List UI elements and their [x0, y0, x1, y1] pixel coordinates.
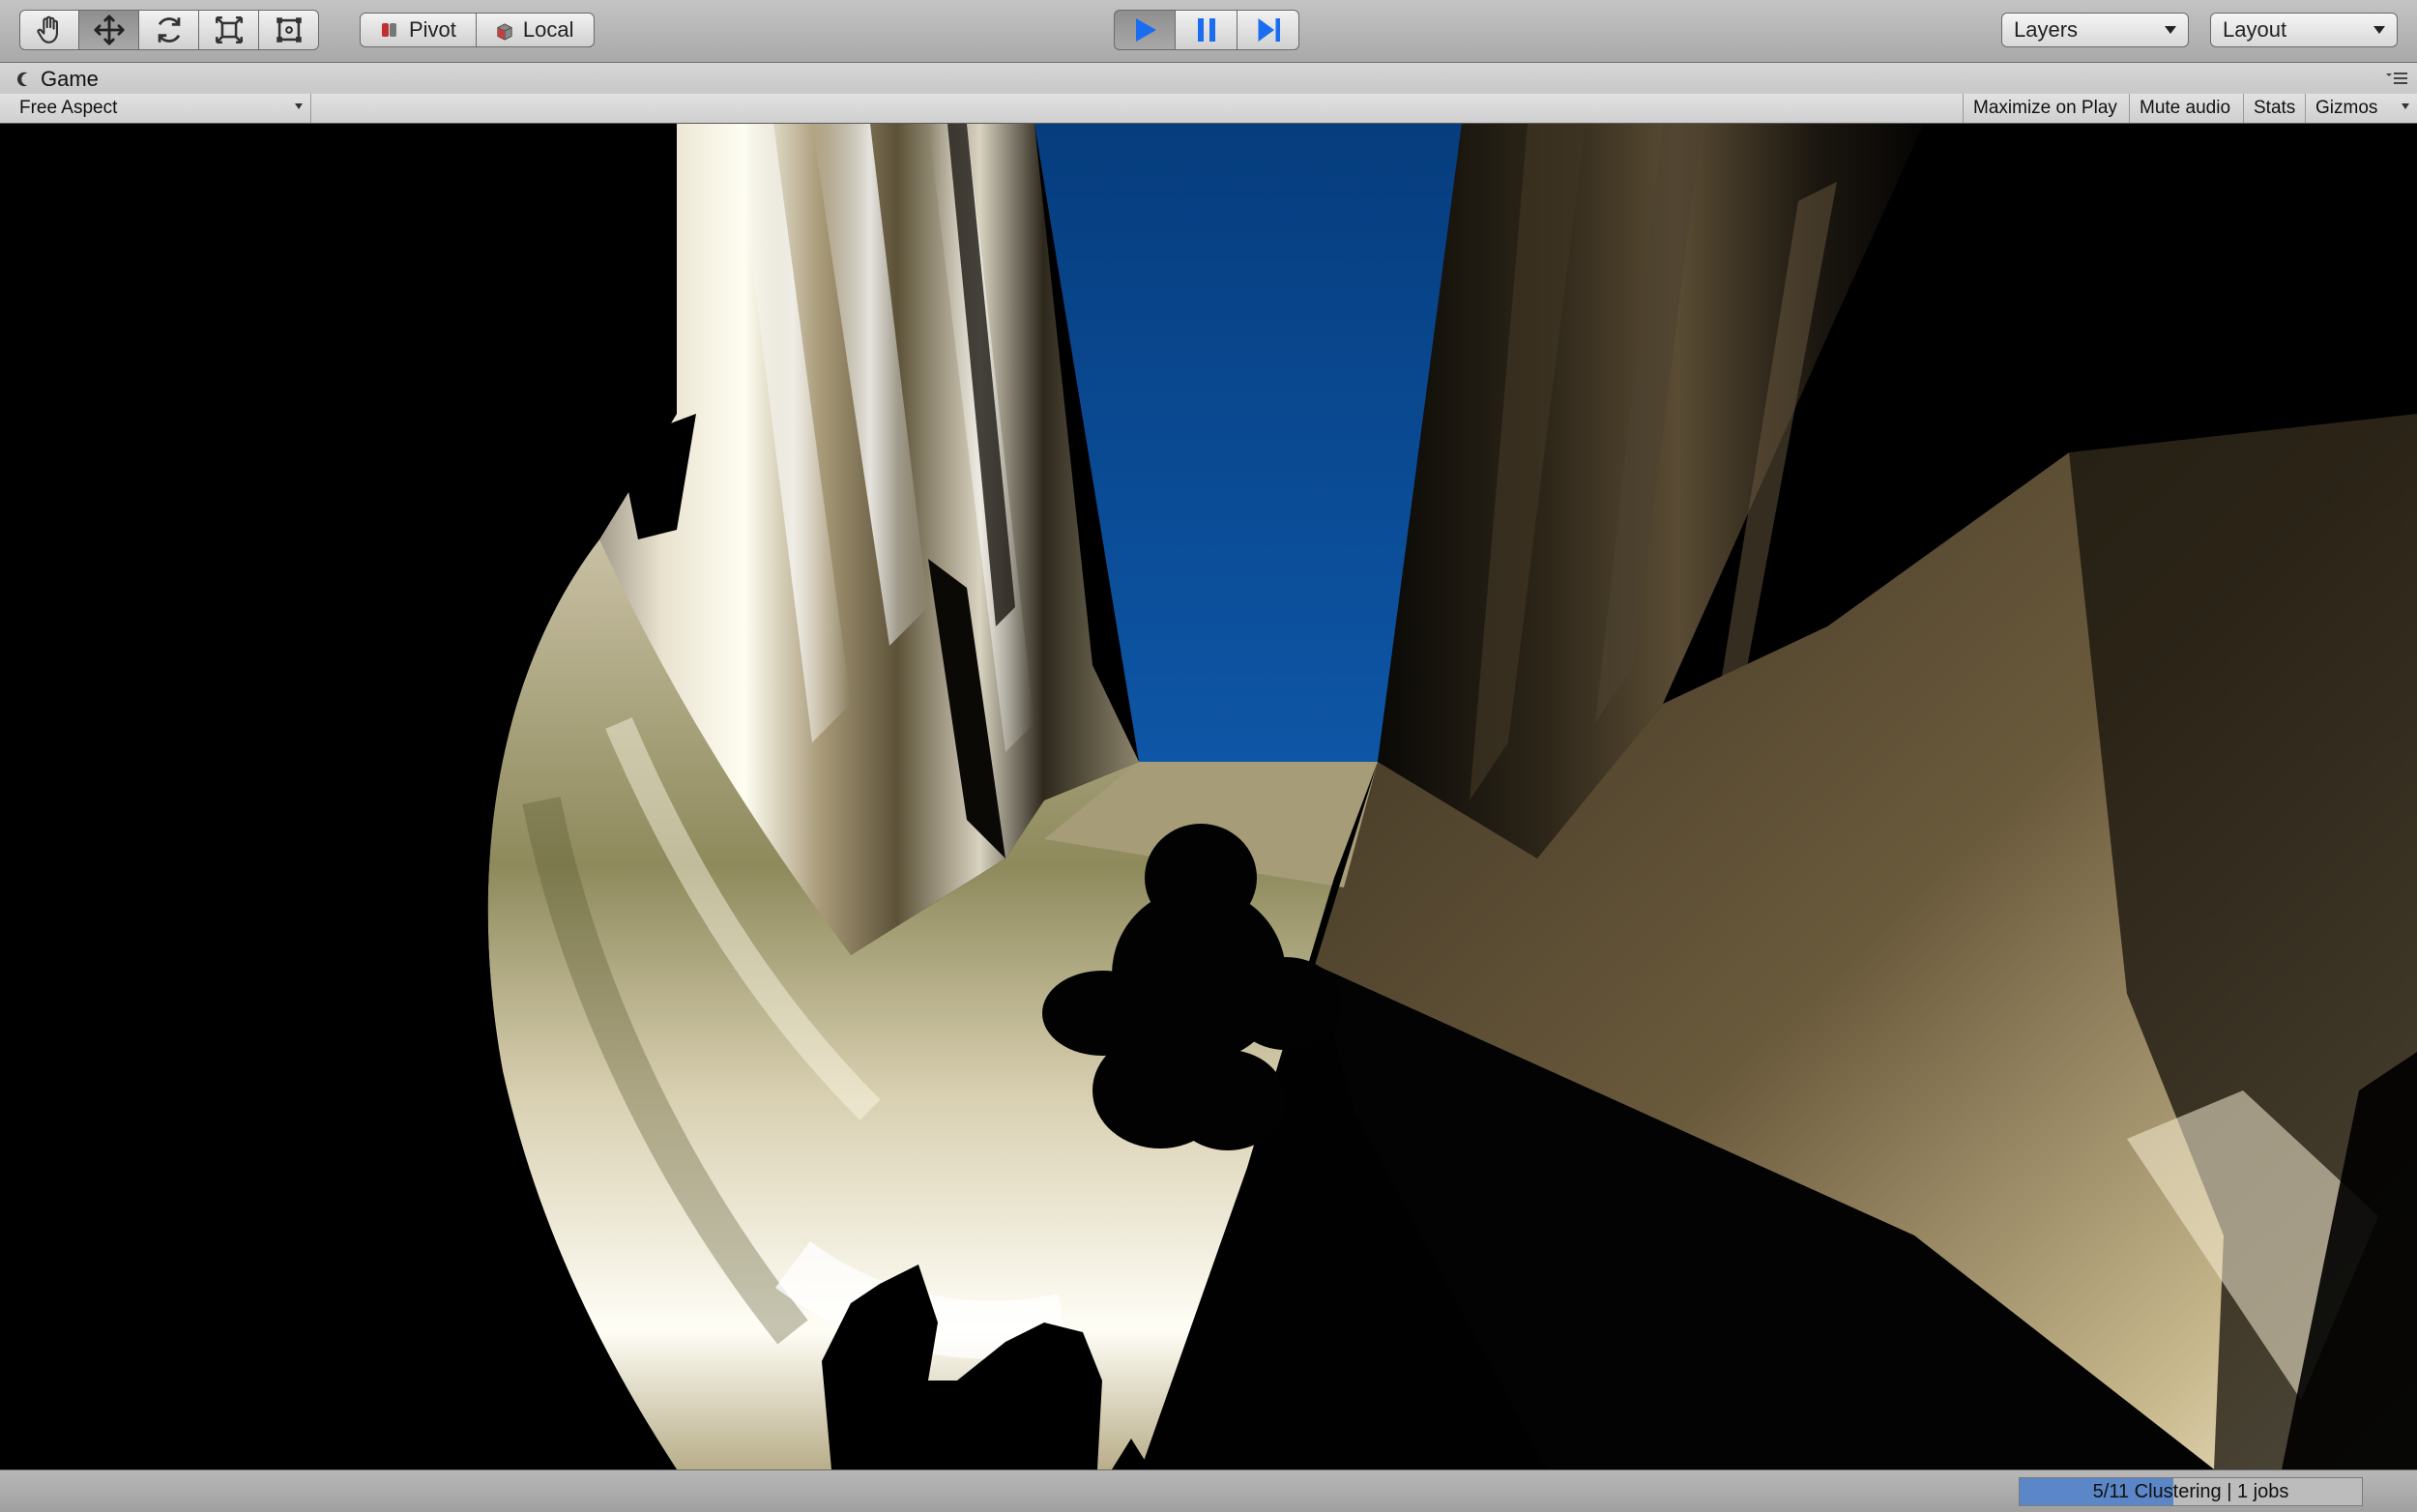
- tab-game[interactable]: Game: [15, 66, 99, 93]
- hand-tool-button[interactable]: [19, 10, 79, 50]
- move-tool-button[interactable]: [79, 10, 139, 50]
- rotate-icon: [158, 17, 180, 43]
- step-button[interactable]: [1238, 10, 1299, 50]
- game-viewport[interactable]: [0, 124, 2417, 1469]
- step-icon: [1258, 18, 1280, 42]
- panel-tab-bar: Game: [0, 63, 2417, 95]
- game-scene: [0, 124, 2417, 1469]
- play-button[interactable]: [1114, 10, 1176, 50]
- local-label: Local: [522, 17, 574, 42]
- layout-dropdown[interactable]: Layout: [2210, 13, 2398, 47]
- play-controls: [1114, 10, 1299, 50]
- local-button[interactable]: Local: [476, 13, 595, 47]
- stats-button[interactable]: Stats: [2243, 94, 2305, 123]
- chevron-down-icon: [2165, 26, 2176, 34]
- hand-icon: [37, 15, 58, 44]
- move-arrows-icon: [93, 15, 125, 45]
- pause-icon: [1197, 18, 1215, 42]
- stats-label: Stats: [2254, 98, 2296, 118]
- layers-dropdown[interactable]: Layers: [2001, 13, 2189, 47]
- rect-icon: [276, 17, 302, 43]
- game-view-controls: Free Aspect Maximize on Play Mute audio …: [0, 94, 2417, 124]
- rect-tool-button[interactable]: [259, 10, 319, 50]
- mute-audio-label: Mute audio: [2140, 98, 2231, 118]
- mute-audio-button[interactable]: Mute audio: [2129, 94, 2240, 123]
- layers-label: Layers: [2014, 17, 2079, 42]
- chevron-down-icon: [2373, 26, 2385, 34]
- progress-text: 5/11 Clustering | 1 jobs: [2092, 1480, 2289, 1502]
- rotate-tool-button[interactable]: [139, 10, 199, 50]
- scale-icon: [215, 15, 243, 44]
- lightmap-progress-bar: 5/11 Clustering | 1 jobs: [2019, 1477, 2363, 1506]
- transform-tools: [19, 10, 319, 50]
- cube-icon: [496, 21, 513, 41]
- play-icon: [1136, 18, 1156, 42]
- tab-game-label: Game: [41, 67, 99, 91]
- pivot-button[interactable]: Pivot: [360, 13, 477, 47]
- layout-label: Layout: [2223, 17, 2287, 42]
- aspect-dropdown[interactable]: Free Aspect: [10, 94, 311, 123]
- main-toolbar: Pivot Local Layers Layout: [0, 0, 2417, 63]
- scale-tool-button[interactable]: [199, 10, 259, 50]
- gizmos-button[interactable]: Gizmos: [2305, 94, 2417, 123]
- game-controller-icon: [16, 72, 28, 87]
- maximize-on-play-label: Maximize on Play: [1973, 98, 2117, 118]
- pivot-toggles: Pivot Local: [360, 13, 595, 47]
- panel-menu-icon[interactable]: [2386, 71, 2407, 86]
- pivot-label: Pivot: [409, 17, 456, 42]
- aspect-label: Free Aspect: [19, 98, 118, 118]
- chevron-down-icon: [295, 103, 303, 109]
- pivot-icon: [380, 21, 399, 39]
- status-bar: 5/11 Clustering | 1 jobs: [0, 1469, 2417, 1512]
- gizmos-label: Gizmos: [2315, 98, 2378, 118]
- pause-button[interactable]: [1176, 10, 1238, 50]
- chevron-down-icon: [2402, 103, 2409, 109]
- maximize-on-play-button[interactable]: Maximize on Play: [1963, 94, 2127, 123]
